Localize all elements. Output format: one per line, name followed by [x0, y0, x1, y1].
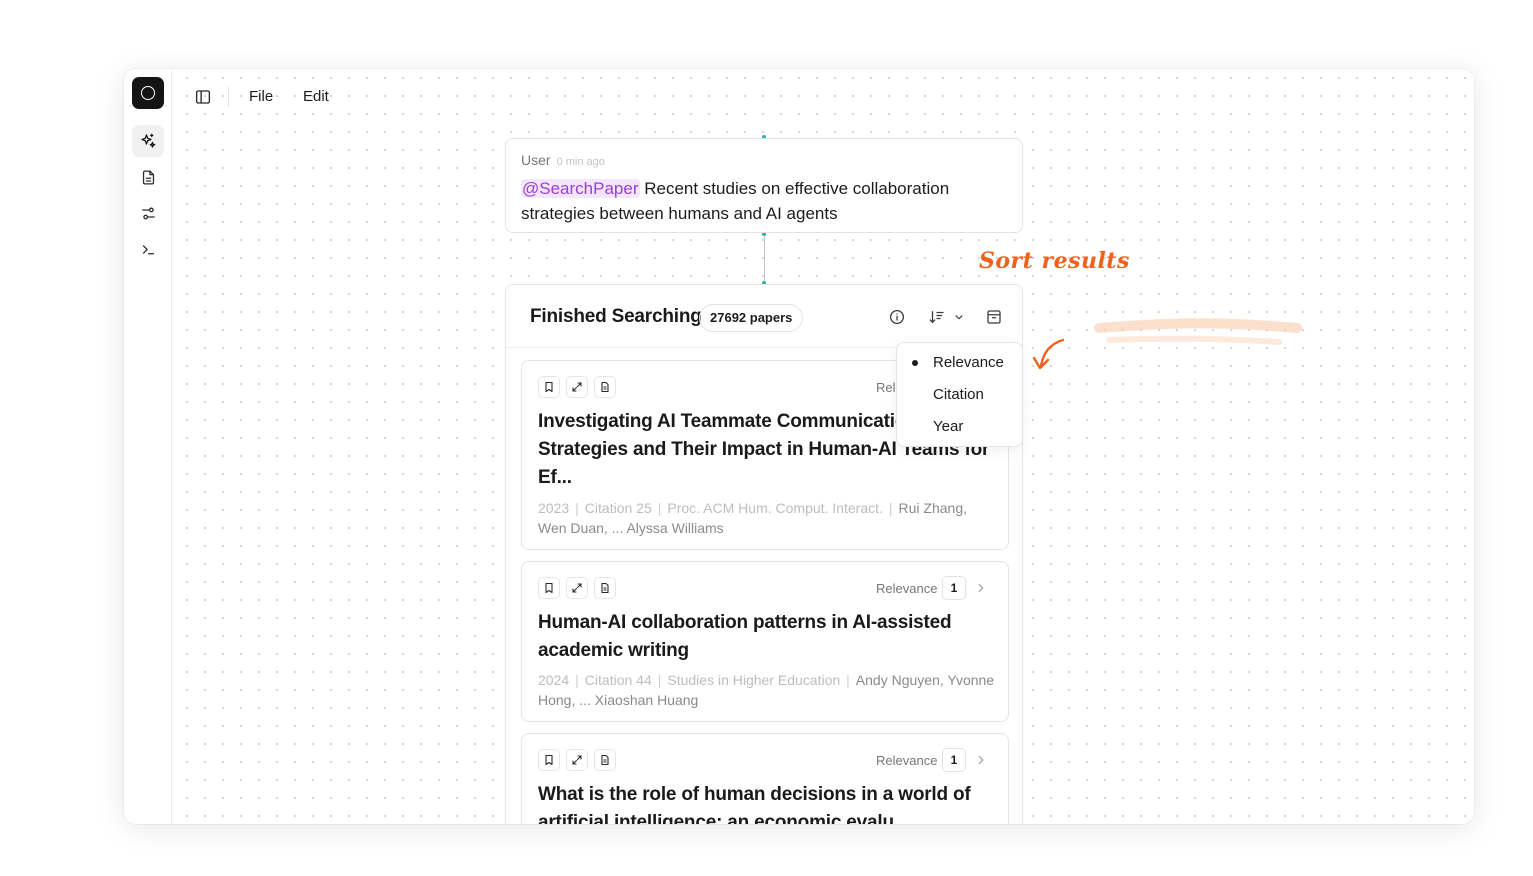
paper-title[interactable]: Human-AI collaboration patterns in AI-as… [538, 609, 978, 665]
relevance-label: Relevance [876, 753, 938, 768]
connector-line [764, 234, 765, 282]
sort-icon[interactable] [928, 308, 946, 326]
results-header: Finished Searching 27692 papers [506, 285, 1022, 348]
menu-edit[interactable]: Edit [303, 88, 329, 105]
menu-divider [228, 87, 229, 107]
document-icon[interactable] [132, 161, 164, 193]
expand-icon[interactable] [566, 749, 588, 771]
user-message-card[interactable]: User 0 min ago @SearchPaper Recent studie… [505, 138, 1023, 233]
chevron-right-icon[interactable] [974, 581, 988, 595]
circle-logo-icon[interactable] [132, 77, 164, 109]
annotation-label: Sort results [979, 248, 1130, 274]
message-time: 0 min ago [556, 156, 605, 168]
sort-option-year[interactable]: Year [933, 418, 963, 435]
paper-card[interactable]: Relevance 1 What is the role of human de… [521, 733, 1009, 824]
paper-year: 2024 [538, 672, 570, 688]
expand-icon[interactable] [566, 577, 588, 599]
relevance-value: 1 [942, 576, 966, 600]
bookmark-icon[interactable] [538, 577, 560, 599]
message-text: @SearchPaper Recent studies on effective… [521, 176, 1007, 226]
annotation-arrow-icon [1032, 318, 1302, 370]
message-author: User [521, 152, 551, 168]
message-meta: User 0 min ago [521, 152, 1007, 168]
sort-option-citation[interactable]: Citation [933, 386, 984, 403]
paper-venue: Proc. ACM Hum. Comput. Interact. [667, 500, 883, 516]
relevance-value: 1 [942, 748, 966, 772]
paper-meta: 2023 | Citation 25 | Proc. ACM Hum. Comput. … [538, 500, 968, 536]
app-window: File Edit User 0 min ago @SearchPaper Rec… [124, 69, 1474, 824]
selected-indicator [912, 360, 918, 366]
sliders-icon[interactable] [132, 197, 164, 229]
results-count-badge: 27692 papers [699, 304, 804, 332]
sparkles-icon[interactable] [132, 125, 164, 157]
relevance-label: Relevance [876, 581, 938, 596]
paper-meta: 2024 | Citation 44 | Studies in Higher Educa… [538, 672, 995, 708]
terminal-icon[interactable] [132, 233, 164, 265]
paper-citation: Citation 44 [584, 672, 652, 688]
document-icon[interactable] [594, 749, 616, 771]
document-icon[interactable] [594, 577, 616, 599]
left-rail [124, 69, 172, 824]
paper-title[interactable]: What is the role of human decisions in a… [538, 781, 978, 824]
chevron-right-icon[interactable] [974, 753, 988, 767]
paper-venue: Studies in Higher Education [667, 672, 841, 688]
expand-icon[interactable] [566, 376, 588, 398]
sidebar-toggle-icon[interactable] [194, 88, 212, 106]
menu-bar: File Edit [172, 69, 572, 125]
chevron-down-icon[interactable] [952, 308, 966, 326]
results-title: Finished Searching [530, 306, 702, 327]
bookmark-icon[interactable] [538, 376, 560, 398]
menu-file[interactable]: File [249, 88, 273, 105]
agent-mention[interactable]: @SearchPaper [521, 179, 640, 198]
paper-citation: Citation 25 [584, 500, 652, 516]
bookmark-icon[interactable] [538, 749, 560, 771]
paper-year: 2023 [538, 500, 570, 516]
document-icon[interactable] [594, 376, 616, 398]
paper-card[interactable]: Relevance 1 Human-AI collaboration patte… [521, 561, 1009, 722]
info-icon[interactable] [888, 308, 906, 326]
